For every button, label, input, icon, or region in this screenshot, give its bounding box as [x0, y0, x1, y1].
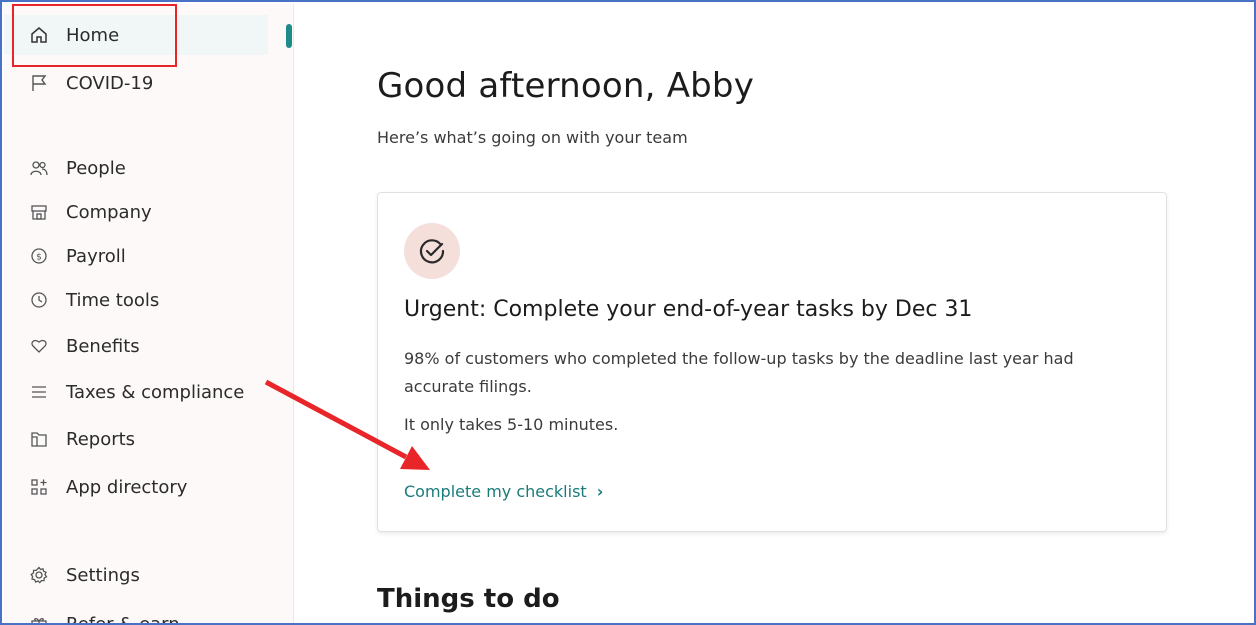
card-title: Urgent: Complete your end-of-year tasks …: [404, 297, 973, 322]
storefront-icon: [30, 203, 48, 221]
sidebar-item-time-tools[interactable]: Time tools: [4, 280, 159, 320]
sidebar-item-benefits[interactable]: Benefits: [4, 326, 140, 366]
active-indicator: [286, 24, 292, 48]
sidebar-item-app-directory[interactable]: App directory: [4, 467, 187, 507]
sidebar-item-reports[interactable]: Reports: [4, 419, 135, 459]
sidebar-item-label: People: [66, 157, 126, 179]
dollar-icon: $: [30, 247, 48, 265]
app-grid-icon: [30, 478, 48, 496]
card-duration-note: It only takes 5-10 minutes.: [404, 415, 619, 434]
sidebar-item-label: Refer & earn: [66, 613, 180, 625]
flag-icon: [30, 74, 48, 92]
card-description: 98% of customers who completed the follo…: [404, 349, 1074, 396]
sidebar-item-taxes[interactable]: Taxes & compliance: [4, 372, 244, 412]
heart-icon: [30, 337, 48, 355]
complete-checklist-link[interactable]: Complete my checklist ›: [404, 482, 603, 501]
sidebar-item-company[interactable]: Company: [4, 192, 152, 232]
sidebar-item-label: Settings: [66, 564, 140, 586]
sidebar-item-label: App directory: [66, 476, 188, 498]
app-frame: Home COVID-19 People Company $ Payroll T…: [0, 0, 1256, 625]
sidebar: Home COVID-19 People Company $ Payroll T…: [4, 4, 294, 625]
annotation-highlight-box: [12, 4, 177, 67]
sidebar-item-covid[interactable]: COVID-19: [4, 63, 153, 103]
check-circle-icon: [404, 223, 460, 279]
card-link-label: Complete my checklist: [404, 482, 587, 501]
sidebar-item-payroll[interactable]: $ Payroll: [4, 236, 126, 276]
page-subtitle: Here’s what’s going on with your team: [377, 128, 688, 147]
things-to-do-heading: Things to do: [377, 584, 560, 614]
svg-text:$: $: [36, 253, 42, 263]
sidebar-item-people[interactable]: People: [4, 148, 126, 188]
main-content: Good afternoon, Abby Here’s what’s going…: [295, 4, 1252, 621]
sidebar-item-label: Company: [66, 201, 152, 223]
clock-icon: [30, 291, 48, 309]
people-icon: [30, 159, 48, 177]
page-title: Good afternoon, Abby: [377, 66, 755, 106]
gift-icon: [30, 615, 48, 623]
gear-icon: [30, 566, 48, 584]
list-icon: [30, 383, 48, 401]
sidebar-item-label: Payroll: [66, 245, 126, 267]
sidebar-item-refer[interactable]: Refer & earn: [4, 604, 180, 625]
sidebar-item-label: Time tools: [66, 289, 160, 311]
folder-icon: [30, 430, 48, 448]
sidebar-item-label: Benefits: [66, 335, 140, 357]
sidebar-item-label: Taxes & compliance: [66, 381, 245, 403]
chevron-right-icon: ›: [596, 482, 604, 501]
sidebar-item-label: COVID-19: [66, 72, 154, 94]
sidebar-item-label: Reports: [66, 428, 136, 450]
urgent-task-card: Urgent: Complete your end-of-year tasks …: [377, 192, 1167, 532]
sidebar-item-settings[interactable]: Settings: [4, 555, 140, 595]
